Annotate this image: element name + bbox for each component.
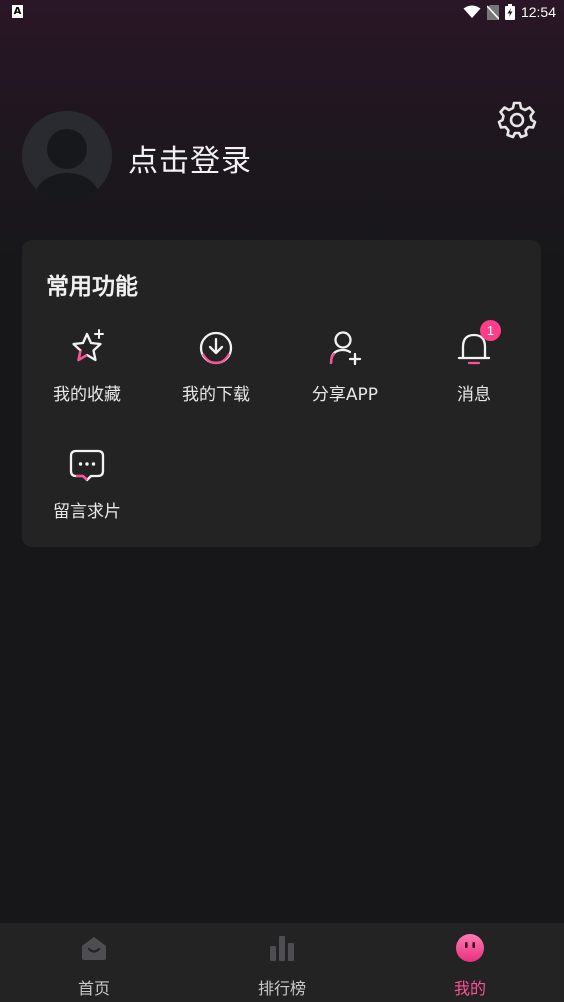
- wifi-icon: [463, 5, 481, 18]
- feature-label: 分享APP: [311, 385, 379, 405]
- nav-ranking[interactable]: 排行榜: [188, 923, 376, 1002]
- nav-mine[interactable]: 我的: [376, 923, 564, 1002]
- common-features-card: 常用功能 我的收藏 我的下载 分享APP 消息 1 留言求片: [22, 240, 541, 547]
- downloads-button[interactable]: 我的下载: [151, 328, 281, 418]
- bar-chart-icon: [270, 936, 294, 961]
- gear-icon[interactable]: [497, 99, 537, 139]
- avatar[interactable]: [22, 111, 112, 201]
- download-icon: [199, 331, 233, 365]
- request-movie-button[interactable]: 留言求片: [22, 445, 152, 535]
- section-title: 常用功能: [46, 274, 138, 300]
- status-bar: A 12:54: [0, 0, 564, 24]
- feature-label: 我的下载: [182, 385, 250, 405]
- battery-charging-icon: [504, 4, 515, 20]
- favorites-button[interactable]: 我的收藏: [22, 328, 152, 418]
- notification-icon: A: [12, 5, 23, 18]
- home-icon: [82, 937, 106, 960]
- star-sparkle-icon: [72, 329, 104, 362]
- clock: 12:54: [520, 4, 556, 20]
- login-link[interactable]: 点击登录: [128, 136, 252, 180]
- nav-label: 首页: [77, 979, 110, 998]
- chat-bubble-icon: [69, 449, 105, 482]
- nav-label: 排行榜: [257, 979, 306, 998]
- share-app-button[interactable]: 分享APP: [280, 328, 410, 418]
- default-avatar-icon: [35, 129, 99, 201]
- nav-home[interactable]: 首页: [0, 923, 188, 1002]
- no-sim-icon: [486, 4, 499, 20]
- feature-label: 留言求片: [53, 502, 121, 522]
- messages-button[interactable]: 消息: [409, 328, 539, 418]
- bottom-nav: 首页 排行榜 我的: [0, 923, 564, 1002]
- smiley-icon: [456, 934, 484, 962]
- add-user-icon: [329, 331, 362, 366]
- feature-label: 我的收藏: [53, 385, 121, 405]
- feature-label: 消息: [457, 385, 491, 405]
- nav-label: 我的: [453, 979, 486, 998]
- notification-badge: 1: [480, 320, 501, 341]
